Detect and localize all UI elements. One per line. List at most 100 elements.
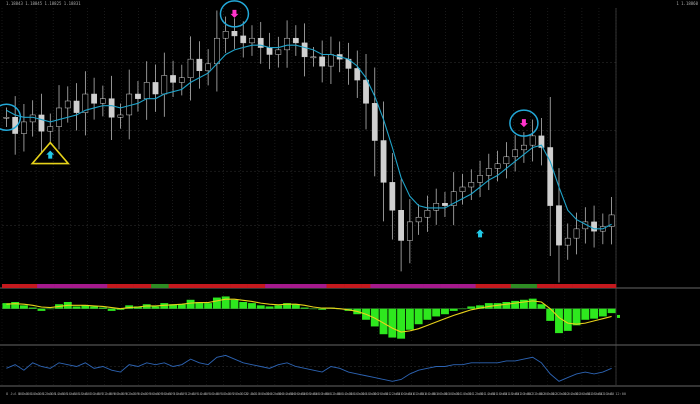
histogram-bar — [607, 308, 616, 314]
session-segment — [501, 284, 512, 288]
candle-body — [292, 37, 299, 44]
candle-body — [398, 210, 404, 241]
session-segment — [344, 284, 354, 288]
histogram-bar — [528, 298, 537, 309]
histogram-bar — [248, 303, 256, 309]
session-segment — [458, 284, 468, 288]
candle-body — [91, 93, 97, 104]
session-segment — [493, 284, 503, 288]
candle-body — [99, 98, 106, 104]
histogram-bar — [221, 296, 230, 309]
histogram-bar — [204, 303, 213, 309]
session-segment — [598, 284, 608, 288]
time-axis: 8 Jul 08:008 Jul 10:008 Jul 12:008 Jul 1… — [6, 392, 626, 396]
histogram-bar — [37, 308, 46, 311]
candle-body — [485, 168, 492, 176]
session-segment — [335, 284, 345, 288]
session-segment — [10, 284, 20, 288]
session-segment — [291, 284, 301, 288]
candle-body — [284, 37, 290, 51]
candle-body — [64, 100, 71, 109]
candle-body — [371, 103, 378, 141]
session-segment — [563, 284, 573, 288]
candle-body — [38, 114, 45, 132]
session-segment — [151, 284, 161, 288]
session-segment — [423, 284, 433, 288]
candle-body — [117, 114, 124, 118]
histogram-bar — [555, 308, 563, 334]
candle-body — [319, 56, 326, 67]
arrow-down-icon — [230, 9, 239, 18]
histogram-bar — [300, 307, 309, 309]
candle-body — [178, 77, 185, 83]
session-segment — [124, 284, 134, 288]
candle-body — [573, 228, 580, 239]
candle-body — [301, 42, 308, 58]
session-segment — [484, 284, 494, 288]
candle-body — [231, 30, 238, 37]
session-segment — [89, 284, 99, 288]
session-segment — [238, 284, 248, 288]
histogram-bar — [449, 308, 458, 311]
histogram-bar — [212, 297, 221, 309]
session-segment — [230, 284, 240, 288]
candle-body — [363, 79, 369, 104]
candle-body — [468, 182, 475, 188]
histogram-bar — [423, 308, 432, 320]
histogram-bar — [98, 307, 107, 309]
histogram-bar — [230, 299, 239, 309]
trading-chart[interactable]: 1.18843 1.18845 1.18825 1.18831 1 1.1886… — [0, 0, 700, 400]
candle-body — [126, 93, 133, 116]
candle-body — [477, 175, 483, 183]
session-segment — [72, 284, 82, 288]
histogram-bar — [581, 308, 590, 320]
candle-body — [170, 75, 176, 83]
histogram-bar — [107, 308, 116, 311]
session-segment — [256, 284, 266, 288]
session-segment — [396, 284, 406, 288]
session-segment — [440, 284, 450, 288]
session-color-bar — [2, 284, 617, 288]
histogram-bar — [537, 304, 546, 309]
candle-body — [328, 54, 334, 67]
session-segment — [589, 284, 599, 288]
session-segment — [37, 284, 47, 288]
histogram-bar — [239, 302, 248, 309]
session-segment — [212, 284, 222, 288]
candle-body — [266, 47, 273, 55]
session-segment — [580, 284, 590, 288]
candle-body — [187, 58, 194, 78]
session-segment — [2, 284, 12, 288]
session-segment — [431, 284, 441, 288]
histogram-bar — [572, 308, 581, 326]
session-segment — [414, 284, 424, 288]
candle-body — [249, 37, 255, 44]
session-segment — [317, 284, 327, 288]
chart-canvas[interactable]: 8 Jul 08:008 Jul 10:008 Jul 12:008 Jul 1… — [0, 0, 700, 400]
candle-body — [56, 107, 62, 127]
histogram-bar — [11, 302, 20, 309]
candle-body — [389, 182, 396, 211]
candle-body — [214, 37, 220, 65]
session-segment — [54, 284, 64, 288]
session-segment — [466, 284, 476, 288]
histogram-bar — [90, 306, 99, 309]
candle-body — [161, 75, 168, 95]
session-segment — [98, 284, 108, 288]
arrow-up-icon — [476, 229, 485, 238]
candle-body — [556, 205, 562, 246]
session-segment — [309, 284, 319, 288]
histogram-bar — [563, 308, 572, 331]
session-segment — [528, 284, 538, 288]
histogram-bar — [309, 308, 318, 310]
arrow-down-icon — [519, 119, 528, 128]
histogram-bar — [28, 307, 37, 309]
candle-body — [152, 82, 159, 95]
histogram-bar — [265, 306, 274, 309]
session-segment — [203, 284, 213, 288]
session-segment — [519, 284, 529, 288]
candle-body — [529, 135, 536, 146]
candle-body — [196, 58, 203, 72]
candle-body — [380, 140, 387, 183]
histogram-bar — [388, 308, 397, 338]
